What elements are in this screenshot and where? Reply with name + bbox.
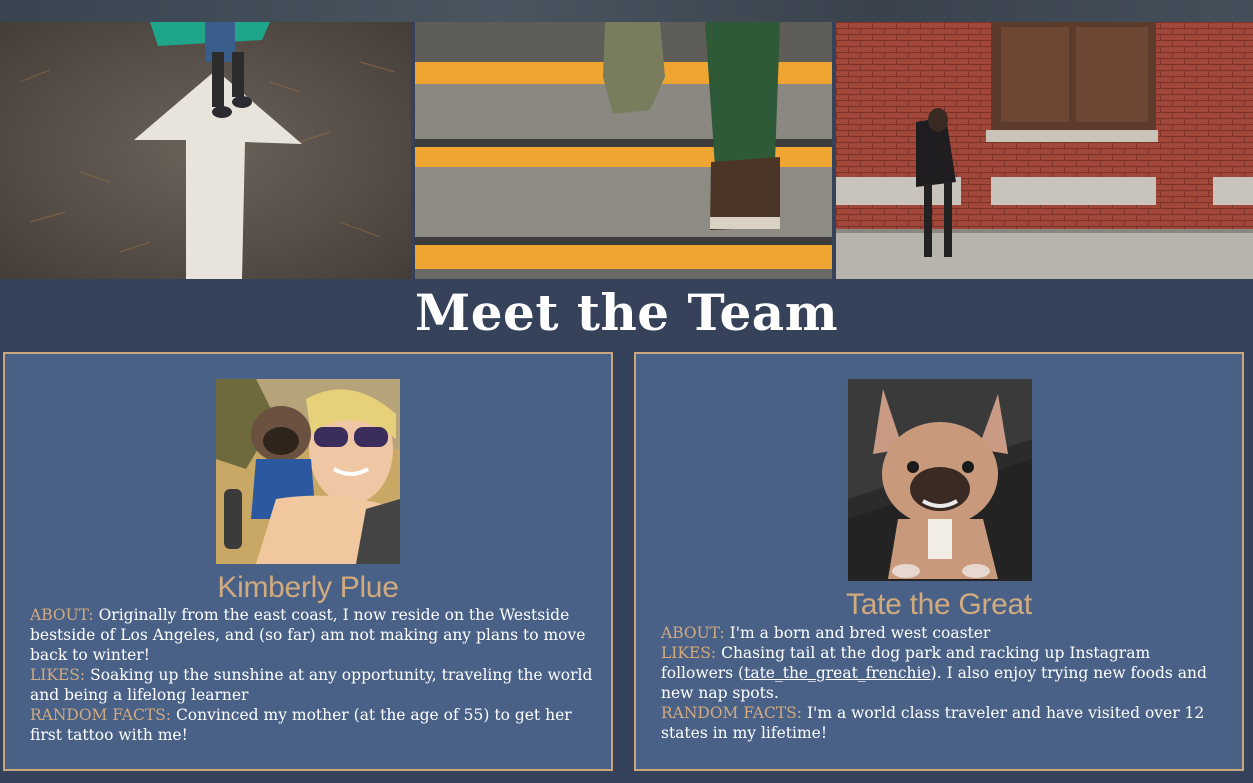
member-name: Kimberly Plue [217,571,399,604]
about-text: Originally from the east coast, I now re… [30,606,586,664]
about-label: ABOUT: [661,624,725,642]
facts-label: RANDOM FACTS: [661,704,802,722]
member-bio: ABOUT: I'm a born and bred west coaster … [661,623,1226,743]
page-title: Meet the Team [414,283,839,342]
header-strip [0,0,1253,22]
member-name: Tate the Great [846,588,1032,621]
likes-text: Soaking up the sunshine at any opportuni… [30,666,593,704]
member-bio: ABOUT: Originally from the east coast, I… [30,605,595,745]
about-label: ABOUT: [30,606,94,624]
likes-label: LIKES: [661,644,717,662]
team-card-tate: Tate the Great ABOUT: I'm a born and bre… [634,352,1244,771]
avatar [216,379,400,564]
avatar [848,379,1032,581]
instagram-handle-link[interactable]: tate_the_great_frenchie [744,664,931,682]
team-card-kimberly: Kimberly Plue ABOUT: Originally from the… [3,352,613,771]
facts-label: RANDOM FACTS: [30,706,171,724]
about-text: I'm a born and bred west coaster [729,624,991,642]
arrow-road-photo [0,22,411,279]
likes-label: LIKES: [30,666,86,684]
stairs-photo [415,22,832,279]
brick-wall-walker-photo [836,22,1253,279]
